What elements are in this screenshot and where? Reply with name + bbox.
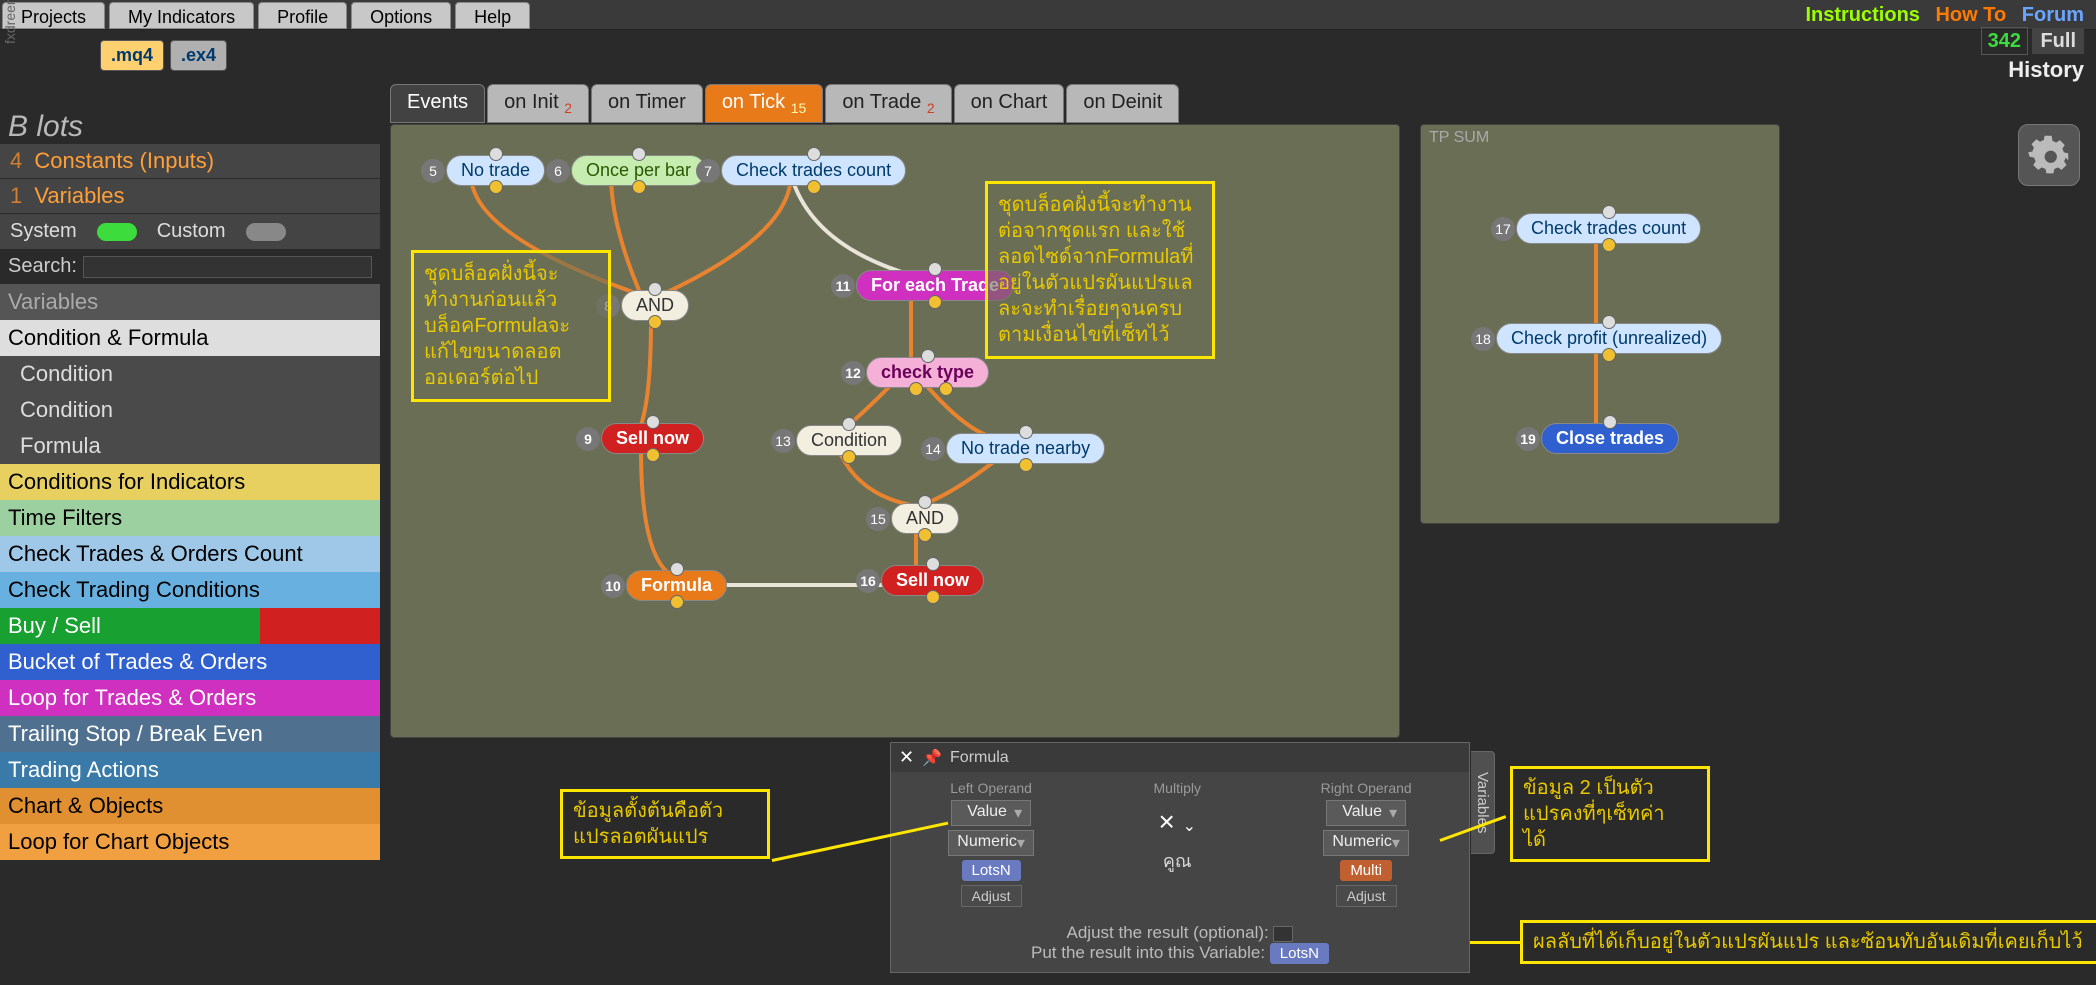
export-mq4-button[interactable]: .mq4 xyxy=(100,40,164,71)
formula-title: Formula xyxy=(950,749,1009,767)
right-adjust-button[interactable]: Adjust xyxy=(1336,885,1397,907)
sidebar-variables[interactable]: 1 Variables xyxy=(0,179,380,214)
menu-options[interactable]: Options xyxy=(351,2,451,29)
variables-count: 1 xyxy=(10,183,22,208)
link-instructions[interactable]: Instructions xyxy=(1805,4,1919,26)
menu-my-indicators[interactable]: My Indicators xyxy=(109,2,254,29)
annotation-c: ข้อมูลตั้งต้นคือตัว แปรลอตผันแปร xyxy=(560,789,770,859)
put-result-var[interactable]: LotsN xyxy=(1270,943,1329,964)
tab-events[interactable]: Events xyxy=(390,84,485,123)
annotation-b: ชุดบล็อคฝั่งนี้จะทำงาน ต่อจากชุดแรก และใ… xyxy=(985,181,1215,359)
connector-e xyxy=(1470,941,1520,944)
search-label: Search: xyxy=(8,255,77,278)
cat-condition-formula[interactable]: Condition & Formula xyxy=(0,320,380,356)
node-once-per-bar[interactable]: 6Once per bar xyxy=(571,155,706,186)
event-tabs: Events on Init 2 on Timer on Tick 15 on … xyxy=(390,84,2086,123)
tab-on-timer[interactable]: on Timer xyxy=(591,84,703,123)
multiply-operator[interactable]: × ⌄ xyxy=(1148,800,1206,844)
cat-buy-sell[interactable]: Buy / Sell xyxy=(0,608,380,644)
node-and-1[interactable]: 8AND xyxy=(621,290,689,321)
system-label: System xyxy=(10,220,77,243)
link-howto[interactable]: How To xyxy=(1935,4,2006,26)
node-no-trade[interactable]: 5No trade xyxy=(446,155,545,186)
project-title: B lots xyxy=(0,110,380,144)
link-forum[interactable]: Forum xyxy=(2022,4,2084,26)
constants-label: Constants (Inputs) xyxy=(34,148,214,173)
tab-on-chart[interactable]: on Chart xyxy=(954,84,1065,123)
tab-on-trade[interactable]: on Trade 2 xyxy=(825,84,951,123)
right-operand-header: Right Operand xyxy=(1321,780,1412,796)
node-check-type[interactable]: 12check type xyxy=(866,357,989,388)
tpsum-header: TP SUM xyxy=(1421,125,1779,151)
cat-variables-header: Variables xyxy=(0,284,380,320)
export-ex4-button[interactable]: .ex4 xyxy=(170,40,227,71)
node-formula[interactable]: 10Formula xyxy=(626,570,727,601)
cat-conditions-indicators[interactable]: Conditions for Indicators xyxy=(0,464,380,500)
sidebar-constants[interactable]: 4 Constants (Inputs) xyxy=(0,144,380,179)
tab-on-init[interactable]: on Init 2 xyxy=(487,84,589,123)
cat-check-trading-conditions[interactable]: Check Trading Conditions xyxy=(0,572,380,608)
menubar: Projects My Indicators Profile Options H… xyxy=(0,0,2096,30)
top-links: Instructions How To Forum xyxy=(1795,4,2084,27)
variables-label: Variables xyxy=(34,183,124,208)
view-full-button[interactable]: Full xyxy=(2032,28,2084,54)
toolbar-row: .mq4 .ex4 342 Full History xyxy=(0,30,2096,80)
left-operand-header: Left Operand xyxy=(948,780,1034,796)
tpsum-panel[interactable]: TP SUM 17Check trades count 18Check prof… xyxy=(1420,124,1780,524)
left-value-select[interactable]: Value▾ xyxy=(951,800,1031,826)
cat-trading-actions[interactable]: Trading Actions xyxy=(0,752,380,788)
node-close-trades[interactable]: 19Close trades xyxy=(1541,423,1679,454)
main-flow-panel[interactable]: 5No trade 6Once per bar 7Check trades co… xyxy=(390,124,1400,738)
cat-check-trades-count[interactable]: Check Trades & Orders Count xyxy=(0,536,380,572)
node-sell-now-1[interactable]: 9Sell now xyxy=(601,423,704,454)
multiply-header: Multiply xyxy=(1148,780,1206,796)
system-toggle[interactable] xyxy=(97,223,137,241)
cat-loop-chart-objects[interactable]: Loop for Chart Objects xyxy=(0,824,380,860)
canvas: Events on Init 2 on Timer on Tick 15 on … xyxy=(390,84,2086,985)
annotation-d: ข้อมูล 2 เป็นตัว แปรคงที่ๆเซ็ทค่า ได้ xyxy=(1510,766,1710,862)
put-result-label: Put the result into this Variable: xyxy=(1031,943,1265,962)
multiply-thai-label: คูณ xyxy=(1148,844,1206,877)
node-check-trades-count[interactable]: 7Check trades count xyxy=(721,155,906,186)
annotation-a: ชุดบล็อคฝั่งนี้จะ ทำงานก่อนแล้ว บล็อคFor… xyxy=(411,250,611,402)
left-adjust-button[interactable]: Adjust xyxy=(961,885,1022,907)
cat-condition-2[interactable]: Condition xyxy=(0,392,380,428)
right-var-multi[interactable]: Multi xyxy=(1340,860,1392,881)
sidebar: B lots 4 Constants (Inputs) 1 Variables … xyxy=(0,110,380,860)
cat-condition-1[interactable]: Condition xyxy=(0,356,380,392)
node-condition[interactable]: 13Condition xyxy=(796,425,902,456)
node-and-2[interactable]: 15AND xyxy=(891,503,959,534)
menu-help[interactable]: Help xyxy=(455,2,530,29)
formula-panel[interactable]: Variables ✕ 📌 Formula Left Operand Value… xyxy=(890,742,1470,973)
tab-on-tick[interactable]: on Tick 15 xyxy=(705,84,824,123)
left-numeric-select[interactable]: Numeric▾ xyxy=(948,830,1034,856)
tab-on-deinit[interactable]: on Deinit xyxy=(1066,84,1179,123)
formula-variables-tab[interactable]: Variables xyxy=(1471,751,1495,854)
cat-bucket-trades[interactable]: Bucket of Trades & Orders xyxy=(0,644,380,680)
custom-label: Custom xyxy=(157,220,226,243)
cat-formula[interactable]: Formula xyxy=(0,428,380,464)
formula-close-icon[interactable]: ✕ xyxy=(899,747,914,768)
adjust-result-label: Adjust the result (optional): xyxy=(901,923,1459,943)
constants-count: 4 xyxy=(10,148,22,173)
cat-loop-trades[interactable]: Loop for Trades & Orders xyxy=(0,680,380,716)
annotation-e: ผลลับที่ได้เก็บอยู่ในตัวแปรผันแปร และซ้อ… xyxy=(1520,920,2096,964)
left-var-lotsn[interactable]: LotsN xyxy=(962,860,1021,881)
right-numeric-select[interactable]: Numeric▾ xyxy=(1323,830,1409,856)
settings-wrench-icon[interactable] xyxy=(2018,124,2080,186)
node-check-profit[interactable]: 18Check profit (unrealized) xyxy=(1496,323,1722,354)
node-no-trade-nearby[interactable]: 14No trade nearby xyxy=(946,433,1105,464)
custom-toggle[interactable] xyxy=(246,223,286,241)
node-check-trades-count-2[interactable]: 17Check trades count xyxy=(1516,213,1701,244)
node-sell-now-2[interactable]: 16Sell now xyxy=(881,565,984,596)
cat-trailing-stop[interactable]: Trailing Stop / Break Even xyxy=(0,716,380,752)
cat-chart-objects[interactable]: Chart & Objects xyxy=(0,788,380,824)
right-value-select[interactable]: Value▾ xyxy=(1326,800,1406,826)
search-input[interactable] xyxy=(83,256,372,278)
history-link[interactable]: History xyxy=(1981,57,2084,83)
menu-profile[interactable]: Profile xyxy=(258,2,347,29)
formula-pin-icon[interactable]: 📌 xyxy=(922,748,942,768)
cat-time-filters[interactable]: Time Filters xyxy=(0,500,380,536)
block-count: 342 xyxy=(1981,27,2028,55)
